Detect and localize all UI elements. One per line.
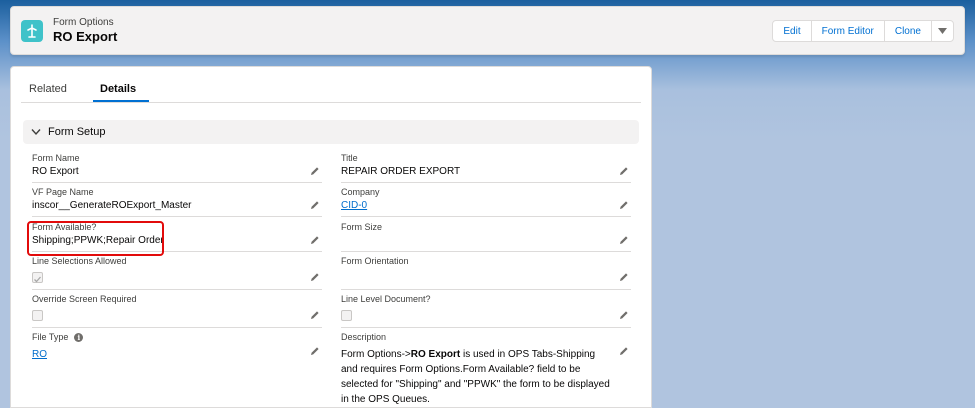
field-label: Title <box>341 153 358 163</box>
edit-pencil-icon[interactable] <box>619 235 629 245</box>
field-line-selections-allowed: Line Selections Allowed <box>32 256 322 290</box>
record-title: RO Export <box>53 29 118 44</box>
info-icon[interactable]: i <box>74 333 84 343</box>
checkmark-icon <box>34 276 41 283</box>
edit-pencil-icon[interactable] <box>310 235 320 245</box>
field-label: Form Size <box>341 222 383 232</box>
edit-pencil-icon[interactable] <box>310 200 320 210</box>
clone-button[interactable]: Clone <box>883 20 932 42</box>
active-tab-indicator <box>93 100 149 102</box>
field-form-name: Form Name RO Export <box>32 153 322 183</box>
field-vf-page-name: VF Page Name inscor__GenerateROExport_Ma… <box>32 187 322 217</box>
edit-pencil-icon[interactable] <box>619 166 629 176</box>
field-divider <box>32 182 322 183</box>
edit-button[interactable]: Edit <box>772 20 812 42</box>
company-link[interactable]: CID-0 <box>341 200 367 211</box>
field-divider <box>341 251 631 252</box>
edit-pencil-icon[interactable] <box>310 272 320 282</box>
description-value: Form Options->RO Export is used in OPS T… <box>341 347 611 407</box>
field-label: Form Orientation <box>341 256 409 266</box>
record-header: Form Options RO Export Edit Form Editor … <box>10 6 965 55</box>
field-label: Company <box>341 187 380 197</box>
field-override-screen-required: Override Screen Required <box>32 294 322 328</box>
edit-pencil-icon[interactable] <box>310 310 320 320</box>
field-divider <box>32 327 322 328</box>
field-form-size: Form Size <box>341 222 631 252</box>
edit-pencil-icon[interactable] <box>619 346 629 356</box>
record-detail-card: Related Details Form Setup Form Name RO … <box>10 66 652 408</box>
line-selections-checkbox <box>32 272 43 283</box>
field-label: Override Screen Required <box>32 294 137 304</box>
form-options-icon <box>21 20 43 42</box>
field-value: RO Export <box>32 166 79 177</box>
edit-pencil-icon[interactable] <box>619 272 629 282</box>
object-type-label: Form Options <box>53 17 114 28</box>
field-divider <box>341 327 631 328</box>
field-divider <box>341 216 631 217</box>
file-type-link[interactable]: RO <box>32 349 47 360</box>
description-prefix: Form Options-> <box>341 349 411 360</box>
form-editor-button[interactable]: Form Editor <box>810 20 885 42</box>
field-divider <box>341 182 631 183</box>
field-title: Title REPAIR ORDER EXPORT <box>341 153 631 183</box>
tab-bar: Related Details <box>21 75 641 103</box>
field-company: Company CID-0 <box>341 187 631 217</box>
field-divider <box>32 289 322 290</box>
field-divider <box>32 216 322 217</box>
edit-pencil-icon[interactable] <box>619 200 629 210</box>
field-form-orientation: Form Orientation <box>341 256 631 290</box>
field-value: inscor__GenerateROExport_Master <box>32 200 192 211</box>
chevron-down-icon <box>938 28 947 34</box>
edit-pencil-icon[interactable] <box>310 166 320 176</box>
tab-related[interactable]: Related <box>29 83 67 95</box>
more-actions-button[interactable] <box>931 20 954 42</box>
edit-pencil-icon[interactable] <box>619 310 629 320</box>
field-line-level-document: Line Level Document? <box>341 294 631 328</box>
field-label: Line Level Document? <box>341 294 431 304</box>
field-label: Description <box>341 332 387 342</box>
line-level-document-checkbox <box>341 310 352 321</box>
field-label: Form Name <box>32 153 80 163</box>
field-description: Description Form Options->RO Export is u… <box>341 332 631 407</box>
field-file-type: File Type i RO <box>32 332 322 366</box>
section-form-setup[interactable]: Form Setup <box>23 120 639 144</box>
annotation-highlight-box <box>27 221 164 256</box>
edit-pencil-icon[interactable] <box>310 346 320 356</box>
action-button-group: Edit Form Editor Clone <box>772 20 954 42</box>
description-bold: RO Export <box>410 349 461 360</box>
tab-details[interactable]: Details <box>100 83 136 95</box>
field-label: File Type i <box>32 332 84 343</box>
field-label-text: File Type <box>32 332 69 342</box>
override-screen-checkbox <box>32 310 43 321</box>
field-label: VF Page Name <box>32 187 94 197</box>
chevron-down-icon <box>31 128 41 136</box>
field-divider <box>341 289 631 290</box>
field-value: REPAIR ORDER EXPORT <box>341 166 461 177</box>
field-label: Line Selections Allowed <box>32 256 127 266</box>
section-title: Form Setup <box>48 126 106 138</box>
